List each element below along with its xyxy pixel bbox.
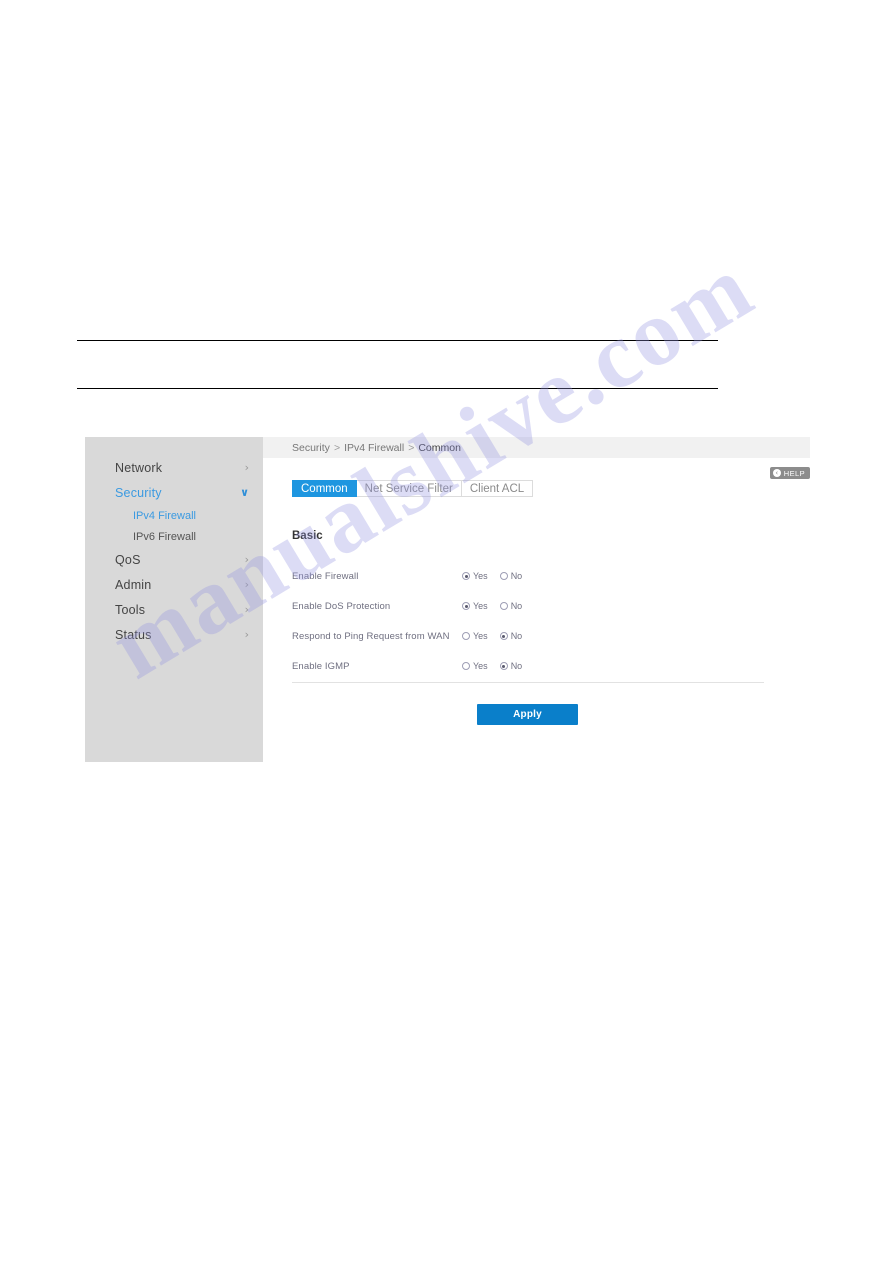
radio-respond-to-ping-yes[interactable]: Yes [462,631,488,641]
sidebar-item-qos[interactable]: QoS › [85,547,263,572]
sidebar-subitem-label: IPv6 Firewall [133,530,196,543]
chevron-right-icon: › [244,553,249,566]
apply-button[interactable]: Apply [477,704,578,725]
form-row-enable-dos-protection: Enable DoS Protection Yes No [292,591,774,621]
radio-group-enable-igmp: Yes No [462,661,522,671]
field-label: Respond to Ping Request from WAN [292,630,450,642]
radio-enable-dos-protection-no[interactable]: No [499,601,523,611]
breadcrumb-item-common: Common [418,441,461,454]
breadcrumb-separator: > [408,441,415,454]
form-row-respond-to-ping-request-from-wan: Respond to Ping Request from WAN Yes No [292,621,774,651]
sidebar-item-label: QoS [115,552,141,567]
form-row-enable-firewall: Enable Firewall Yes No [292,561,774,591]
content-area: Security > IPv4 Firewall > Common ‹ HELP… [263,437,810,763]
page-rule-top [77,340,718,341]
sidebar-item-label: Status [115,627,152,642]
radio-group-respond-to-ping-request-from-wan: Yes No [462,631,522,641]
sidebar: Network › Security ∨ IPv4 Firewall IPv6 … [85,437,263,762]
tab-label: Common [301,482,348,495]
radio-dot-icon [462,572,470,580]
radio-label: Yes [473,661,488,671]
chevron-right-icon: › [244,461,249,474]
field-label: Enable Firewall [292,570,359,582]
field-label: Enable DoS Protection [292,600,391,612]
section-title-basic: Basic [292,530,323,542]
radio-dot-icon [499,662,508,670]
radio-label: No [510,601,523,611]
radio-dot-icon [499,632,508,640]
sidebar-subitem-ipv4-firewall[interactable]: IPv4 Firewall [85,505,263,526]
radio-dot-icon [462,632,470,640]
breadcrumb-item-ipv4-firewall[interactable]: IPv4 Firewall [344,442,404,454]
page-rule-bottom [77,388,718,389]
form-divider [292,682,764,683]
sidebar-item-security[interactable]: Security ∨ [85,480,263,505]
radio-group-enable-dos-protection: Yes No [462,601,522,611]
back-circle-icon: ‹ [772,469,781,477]
radio-enable-firewall-yes[interactable]: Yes [462,571,488,581]
sidebar-item-label: Network [115,460,163,475]
chevron-right-icon: › [244,578,249,591]
radio-label: No [510,631,523,641]
radio-dot-icon [462,662,470,670]
tab-common[interactable]: Common [292,480,357,497]
help-button[interactable]: ‹ HELP [769,467,810,479]
radio-dot-icon [499,572,508,580]
router-admin-screenshot: Network › Security ∨ IPv4 Firewall IPv6 … [85,437,810,763]
radio-enable-dos-protection-yes[interactable]: Yes [462,601,488,611]
breadcrumb: Security > IPv4 Firewall > Common [263,437,810,458]
tab-client-acl[interactable]: Client ACL [461,480,534,497]
radio-dot-icon [462,602,470,610]
sidebar-item-admin[interactable]: Admin › [85,572,263,597]
chevron-down-icon: ∨ [240,486,249,499]
sidebar-item-label: Tools [115,602,146,617]
sidebar-item-label: Security [115,485,162,500]
help-button-label: HELP [783,468,805,478]
radio-label: Yes [473,631,488,641]
radio-respond-to-ping-no[interactable]: No [499,631,523,641]
sidebar-item-status[interactable]: Status › [85,622,263,647]
tab-label: Client ACL [469,482,525,495]
breadcrumb-item-security[interactable]: Security [292,442,330,454]
radio-label: No [510,661,523,671]
tab-bar: Common Net Service Filter Client ACL [292,480,534,497]
radio-dot-icon [499,602,508,610]
radio-group-enable-firewall: Yes No [462,571,522,581]
chevron-right-icon: › [244,603,249,616]
radio-label: No [510,571,523,581]
field-label: Enable IGMP [292,660,350,672]
radio-label: Yes [473,571,488,581]
sidebar-item-network[interactable]: Network › [85,455,263,480]
breadcrumb-separator: > [333,441,341,454]
sidebar-subitem-ipv6-firewall[interactable]: IPv6 Firewall [85,526,263,547]
radio-label: Yes [473,601,488,611]
sidebar-item-tools[interactable]: Tools › [85,597,263,622]
tab-net-service-filter[interactable]: Net Service Filter [356,480,462,497]
radio-enable-igmp-no[interactable]: No [499,661,523,671]
basic-settings-form: Enable Firewall Yes No Enable DoS Protec… [292,561,774,681]
radio-enable-igmp-yes[interactable]: Yes [462,661,488,671]
chevron-right-icon: › [244,628,249,641]
sidebar-item-label: Admin [115,577,152,592]
radio-enable-firewall-no[interactable]: No [499,571,523,581]
sidebar-subitem-label: IPv4 Firewall [133,509,196,522]
tab-label: Net Service Filter [364,482,453,495]
form-row-enable-igmp: Enable IGMP Yes No [292,651,774,681]
